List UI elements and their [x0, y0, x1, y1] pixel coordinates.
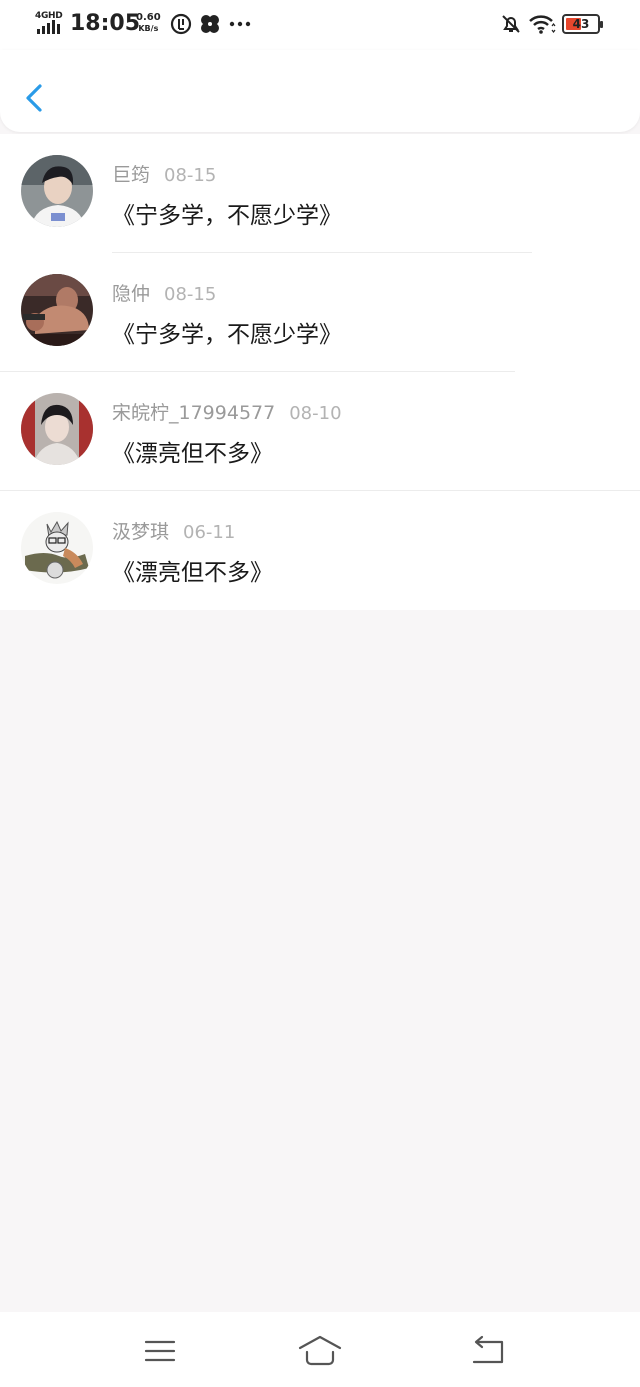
comment-meta: 宋皖柠_17994577 08-10: [112, 398, 342, 425]
fan-icon: [201, 15, 219, 33]
avatar[interactable]: [21, 155, 93, 227]
comment-text: 《宁多学，不愿少学》: [112, 203, 342, 229]
username[interactable]: 隐仲: [112, 283, 150, 305]
speed-value: 0.60: [136, 12, 161, 23]
comment-date: 08-15: [164, 165, 217, 186]
data-saver-icon: [170, 13, 192, 35]
comment-date: 06-11: [183, 522, 236, 543]
list-item[interactable]: 隐仲 08-15 《宁多学，不愿少学》: [0, 253, 640, 372]
back-return-icon[interactable]: [466, 1334, 510, 1368]
nav-bar: [0, 50, 640, 132]
list-item[interactable]: 汲梦琪 06-11 《漂亮但不多》: [0, 491, 640, 610]
username[interactable]: 巨筠: [112, 164, 150, 186]
username[interactable]: 宋皖柠_17994577: [112, 402, 275, 424]
speed-unit: KB/s: [138, 24, 159, 33]
network-speed: 0.60 KB/s: [136, 12, 161, 34]
signal-icon: [37, 20, 60, 34]
avatar[interactable]: [21, 274, 93, 346]
comment-text: 《漂亮但不多》: [112, 441, 273, 467]
more-dots-icon: [229, 21, 251, 27]
list-item[interactable]: 宋皖柠_17994577 08-10 《漂亮但不多》: [0, 372, 640, 491]
comment-text: 《宁多学，不愿少学》: [112, 322, 342, 348]
avatar[interactable]: [21, 393, 93, 465]
menu-icon[interactable]: [138, 1334, 182, 1368]
comment-list: 巨筠 08-15 《宁多学，不愿少学》 隐仲 08-15 《宁多学，不愿少学》: [0, 134, 640, 610]
battery-icon: 43: [562, 14, 603, 34]
chevron-left-icon: [26, 84, 42, 112]
avatar[interactable]: [21, 512, 93, 584]
comment-meta: 隐仲 08-15: [112, 279, 216, 306]
clock: 18:05: [70, 11, 141, 36]
wifi-icon: [529, 15, 556, 34]
comment-meta: 巨筠 08-15: [112, 160, 216, 187]
back-button[interactable]: [18, 78, 50, 118]
comment-date: 08-15: [164, 284, 217, 305]
status-bar: 4GHD 18:05 0.60 KB/s 43: [0, 0, 640, 50]
comment-text: 《漂亮但不多》: [112, 560, 273, 586]
mute-bell-icon: [502, 15, 520, 33]
home-icon[interactable]: [298, 1334, 342, 1368]
comment-meta: 汲梦琪 06-11: [112, 517, 235, 544]
list-item[interactable]: 巨筠 08-15 《宁多学，不愿少学》: [0, 134, 640, 253]
username[interactable]: 汲梦琪: [112, 521, 169, 543]
system-nav-bar: [0, 1312, 640, 1387]
comment-date: 08-10: [289, 403, 342, 424]
battery-level: 43: [572, 17, 590, 31]
